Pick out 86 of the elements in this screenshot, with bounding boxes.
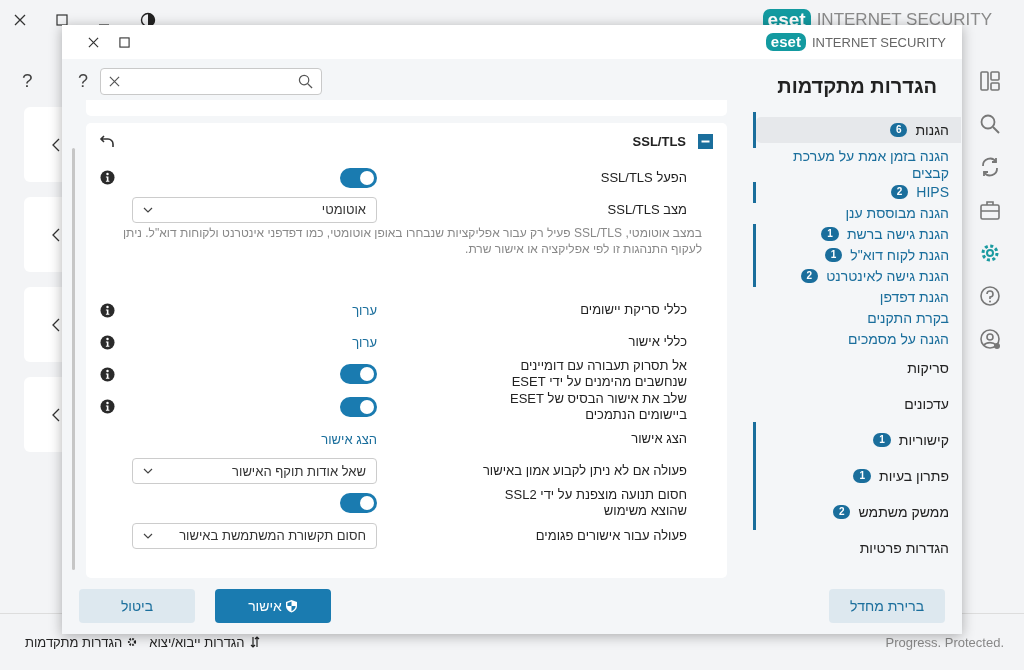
toggle-switch[interactable] (340, 167, 377, 188)
search-field[interactable] (100, 67, 322, 95)
count-badge: 2 (832, 504, 851, 519)
nav-subitem[interactable]: הגנה מבוססת ענן (845, 204, 949, 222)
setting-label: פעולה עבור אישורים פגומים (534, 527, 687, 544)
cancel-button[interactable]: ביטול (79, 589, 195, 623)
product-name: INTERNET SECURITY (816, 10, 992, 30)
nav-subitem[interactable]: HIPS (916, 183, 949, 201)
ok-button[interactable]: אישור (215, 589, 331, 623)
setting-label: הפעל SSL/TLS (599, 169, 687, 187)
reset-icon[interactable] (99, 134, 115, 149)
count-badge: 1 (824, 248, 843, 263)
help-icon[interactable] (979, 285, 1001, 307)
search-icon[interactable] (298, 73, 313, 89)
clear-icon[interactable] (109, 75, 120, 87)
count-badge: 1 (853, 468, 871, 483)
nav-subitem[interactable]: הגנת דפדפן (879, 288, 949, 306)
dashboard-icon[interactable] (979, 70, 1001, 92)
chevron-icon[interactable] (52, 317, 60, 332)
help-icon[interactable]: ? (22, 70, 33, 92)
nav-item[interactable]: עדכונים (756, 390, 961, 417)
close-icon[interactable] (88, 36, 99, 48)
caret-icon (143, 532, 153, 539)
chevron-icon[interactable] (52, 407, 60, 422)
count-badge: 2 (890, 185, 909, 200)
description-text: במצב אוטומטי, SSL/TLS פעיל רק עבור אפליקציות שנבחרו באופן אוטומטי, כמו דפדפני אינטרנט ולקוחות דוא"ל. ניתן לעקוף התנהגות זו לפי אפליקציה או אישור שרת. (122, 225, 702, 258)
nav-subitem[interactable]: הגנת גישה לאינטרנט (826, 267, 949, 285)
info-icon[interactable] (100, 399, 115, 415)
setting-label: הצג אישור (630, 431, 687, 448)
setting-label: כללי סריקת יישומים (579, 302, 687, 319)
status-text: Progress. Protected. (885, 634, 1004, 650)
dropdown[interactable]: חסום תקשורת המשתמשת באישור (132, 522, 377, 549)
dropdown[interactable]: שאל אודות תוקף האישור (132, 458, 377, 485)
nav-item[interactable]: הגדרות פרטיות (756, 534, 961, 561)
count-badge: 6 (889, 123, 908, 137)
setting-label: כללי אישור (627, 334, 687, 351)
info-icon[interactable] (100, 302, 115, 318)
link[interactable]: ערוך (352, 334, 377, 350)
arrows-icon (249, 636, 260, 648)
nav-subitem[interactable]: הגנת גישה ברשת (846, 225, 949, 243)
briefcase-icon[interactable] (979, 199, 1001, 221)
caret-icon (143, 468, 153, 475)
settings-link[interactable]: הגדרות ייבוא/יצוא (149, 634, 260, 650)
setting-label: מצב SSL/TLS (606, 201, 687, 219)
link[interactable]: ערוך (352, 302, 377, 318)
nav-subitem[interactable]: בקרת התקנים (867, 309, 949, 327)
nav-item[interactable]: סריקות (756, 354, 961, 381)
link[interactable]: הצג אישור (321, 431, 377, 447)
gear-icon (127, 637, 138, 647)
chevron-icon[interactable] (52, 227, 60, 242)
user-icon[interactable] (979, 328, 1001, 350)
collapse-icon[interactable] (698, 134, 713, 150)
settings-link[interactable]: הגדרות מתקדמות (25, 634, 138, 650)
logo: eset (765, 33, 806, 51)
count-badge: 1 (873, 432, 891, 447)
info-icon[interactable] (100, 334, 115, 350)
info-icon[interactable] (100, 170, 115, 186)
setting-label: אל תסרוק תעבורה עם דומיינים שנחשבים מהימנים על ידי ESET (510, 358, 687, 391)
toggle-switch[interactable] (340, 396, 377, 417)
scrollbar[interactable] (72, 148, 75, 570)
count-badge: 1 (821, 227, 839, 242)
nav-subitem[interactable]: הגנה על מסמכים (848, 330, 949, 348)
chevron-icon[interactable] (52, 137, 60, 152)
toggle-switch[interactable] (340, 493, 377, 514)
settings-icon[interactable] (979, 242, 1001, 264)
dropdown[interactable]: אוטומטי (132, 196, 377, 223)
close-icon[interactable] (14, 14, 26, 26)
nav-subitem[interactable]: הגנת לקוח דוא"ל (850, 246, 949, 264)
search-icon[interactable] (979, 113, 1001, 135)
setting-label: פעולה אם לא ניתן לקבוע אמון באישור (481, 463, 687, 480)
maximize-icon[interactable] (56, 14, 68, 26)
default-button[interactable]: ברירת מחדל (829, 589, 945, 623)
nav-subitem[interactable]: הגנה בזמן אמת על מערכת קבצים (789, 148, 949, 182)
shield-icon (284, 599, 298, 613)
section-title: SSL/TLS (632, 134, 686, 150)
help-icon[interactable]: ? (78, 70, 88, 92)
info-icon[interactable] (100, 366, 115, 382)
toggle-switch[interactable] (340, 364, 377, 385)
product-name: INTERNET SECURITY (811, 34, 946, 50)
count-badge: 2 (800, 269, 819, 284)
maximize-icon[interactable] (119, 36, 130, 48)
setting-label: חסום תנועה מוצפנת על ידי SSL2 שהוצא משימוש (503, 487, 687, 520)
setting-label: שלב את אישור הבסיס של ESET ביישומים הנתמכים (509, 390, 687, 424)
dialog-title: הגדרות מתקדמות (776, 74, 938, 99)
refresh-icon[interactable] (979, 156, 1001, 178)
caret-icon (143, 206, 153, 213)
